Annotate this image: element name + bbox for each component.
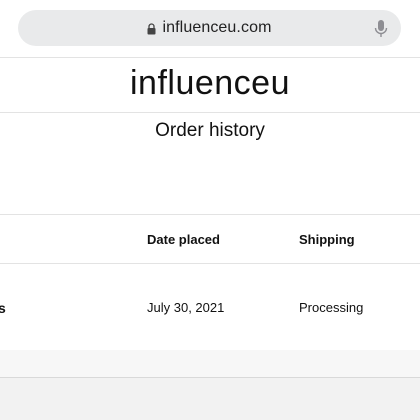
browser-toolbar: influenceu.com [0,0,420,57]
date-placed-cell: July 30, 2021 [147,300,225,315]
brand-logo[interactable]: influenceu [0,64,420,103]
lock-icon [147,23,156,35]
address-bar[interactable]: influenceu.com [18,10,401,46]
header-divider [0,112,420,113]
table-row-empty [0,350,420,377]
column-header-date-placed: Date placed [147,232,220,247]
shipping-status-cell: Processing [299,300,364,315]
table-top-border [0,214,420,215]
column-header-shipping: Shipping [299,232,355,247]
address-bar-content: influenceu.com [18,10,401,46]
page-footer-area [0,378,420,420]
page-title: Order history [155,120,265,141]
order-name-cell[interactable]: s [0,300,6,316]
url-text[interactable]: influenceu.com [162,19,271,37]
microphone-icon[interactable] [374,19,388,39]
toolbar-divider [0,57,420,58]
